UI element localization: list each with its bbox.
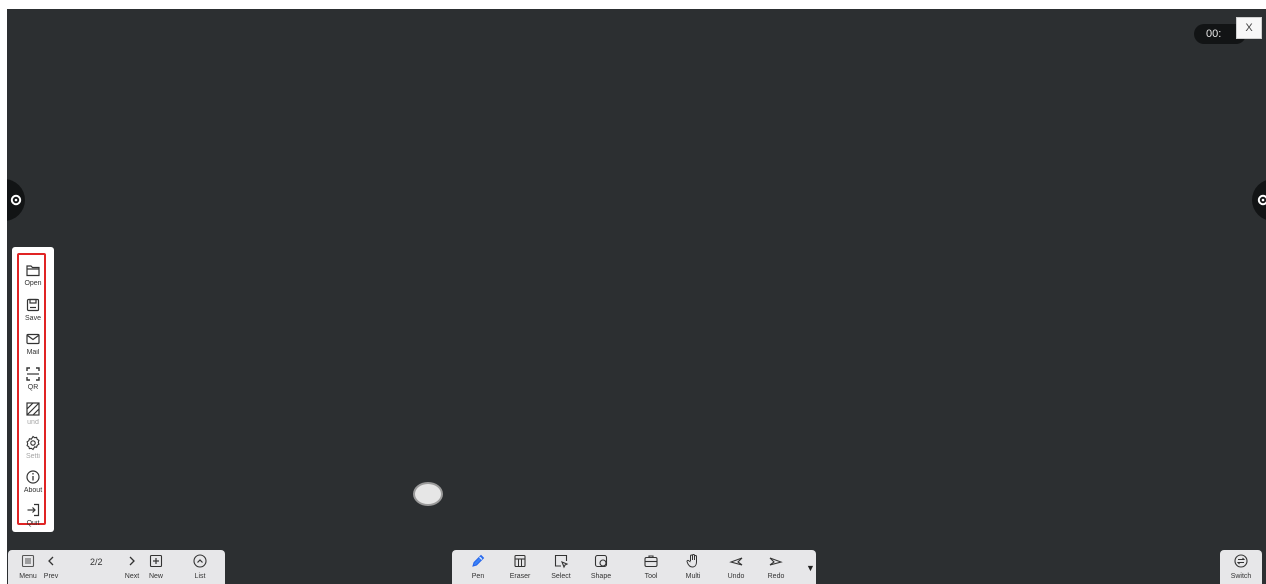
menu-item-mail[interactable]: Mail <box>12 331 54 356</box>
menu-item-label: und <box>27 419 39 426</box>
chevron-up-circle-icon <box>193 554 207 568</box>
switch-icon <box>1234 554 1248 568</box>
shape-icon <box>594 554 608 568</box>
tool-label: Pen <box>471 573 485 580</box>
prev-label: Prev <box>43 573 59 580</box>
menu-item-about[interactable]: About <box>12 469 54 494</box>
menu-item-open[interactable]: Open <box>12 262 54 287</box>
tool-pen[interactable]: Pen <box>464 553 492 580</box>
right-settings-handle[interactable] <box>1252 179 1266 221</box>
tool-label: Multi <box>685 573 701 580</box>
info-icon <box>26 470 40 484</box>
switch-toolbar: Switch <box>1220 550 1262 584</box>
menu-item-label: QR <box>27 384 39 391</box>
tool-label: Redo <box>767 573 785 580</box>
qr-scan-icon <box>26 367 40 381</box>
tool-toolbox[interactable]: Tool <box>637 553 665 580</box>
tool-label: Select <box>551 573 571 580</box>
drawing-toolbar: Pen Eraser Select Shape Tool Multi Undo … <box>452 550 816 584</box>
save-icon <box>26 298 40 312</box>
tool-multi[interactable]: Multi <box>679 553 707 580</box>
undo-icon <box>729 557 743 566</box>
menu-item-settings[interactable]: Setti <box>12 435 54 460</box>
switch-button[interactable]: Switch <box>1226 553 1256 580</box>
add-page-icon <box>149 554 163 568</box>
menu-item-label: About <box>23 487 43 494</box>
page-indicator: 2/2 <box>90 557 103 567</box>
menu-item-label: Save <box>25 315 41 322</box>
prev-button[interactable]: Prev <box>38 553 64 580</box>
tool-redo[interactable]: Redo <box>762 553 790 580</box>
list-button[interactable]: List <box>186 553 214 580</box>
list-label: List <box>194 573 206 580</box>
gear-icon <box>1257 194 1266 206</box>
gear-icon <box>26 435 40 451</box>
toolbox-icon <box>644 555 658 568</box>
tool-undo[interactable]: Undo <box>722 553 750 580</box>
tool-label: Tool <box>644 573 658 580</box>
caret-down-icon[interactable]: ▼ <box>806 563 815 573</box>
exit-icon <box>27 503 40 517</box>
select-icon <box>554 554 569 569</box>
mail-icon <box>26 333 40 345</box>
menu-item-label: Mail <box>26 349 40 356</box>
next-button[interactable]: Next <box>119 553 145 580</box>
next-label: Next <box>124 573 140 580</box>
folder-icon <box>26 265 40 277</box>
tool-label: Eraser <box>509 573 531 580</box>
menu-item-label: Setti <box>25 453 40 460</box>
close-button[interactable]: X <box>1236 17 1262 39</box>
background-icon <box>26 402 40 416</box>
menu-item-quit[interactable]: Quit <box>12 502 54 527</box>
hand-icon <box>686 554 697 568</box>
pen-icon <box>472 554 485 567</box>
chevron-left-icon <box>48 556 54 566</box>
tool-label: Undo <box>727 573 745 580</box>
redo-icon <box>769 557 783 566</box>
menu-item-background[interactable]: und <box>12 401 54 426</box>
switch-label: Switch <box>1230 573 1252 580</box>
chevron-right-icon <box>129 556 135 566</box>
tool-shape[interactable]: Shape <box>586 553 616 580</box>
menu-item-save[interactable]: Save <box>12 297 54 322</box>
timer-text: 00: <box>1206 28 1222 40</box>
page-nav-toolbar: Menu Prev 2/2 Next New List <box>8 550 225 584</box>
whiteboard-canvas[interactable]: 00: X <box>7 9 1266 584</box>
menu-item-qr[interactable]: QR <box>12 366 54 391</box>
new-label: New <box>148 573 163 580</box>
menu-item-label: Quit <box>26 520 40 527</box>
new-page-button[interactable]: New <box>144 553 168 580</box>
left-settings-handle[interactable] <box>7 179 25 221</box>
eraser-icon <box>514 554 526 568</box>
menu-item-label: Open <box>24 280 42 287</box>
side-menu-panel: Open Save Mail QR und Setti About Quit <box>12 247 54 532</box>
tool-eraser[interactable]: Eraser <box>506 553 534 580</box>
tool-select[interactable]: Select <box>546 553 576 580</box>
gear-icon <box>10 194 22 206</box>
cursor-indicator <box>413 482 443 506</box>
tool-label: Shape <box>590 573 612 580</box>
menu-icon <box>21 554 35 568</box>
